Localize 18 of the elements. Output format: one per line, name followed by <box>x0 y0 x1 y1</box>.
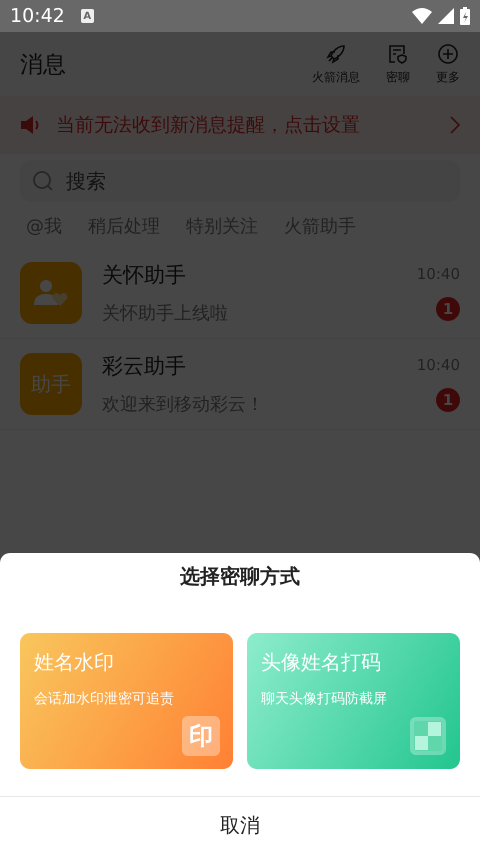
wifi-icon <box>412 8 432 24</box>
cancel-button[interactable]: 取消 <box>0 797 480 853</box>
stamp-icon: 印 <box>182 716 220 756</box>
conversation-name: 关怀助手 <box>102 262 187 289</box>
option-description: 会话加水印泄密可追责 <box>34 690 175 708</box>
conversation-name: 彩云助手 <box>102 353 187 380</box>
notification-icon: A <box>80 9 94 23</box>
option-title: 姓名水印 <box>34 649 115 676</box>
sheet-title: 选择密聊方式 <box>179 563 301 590</box>
option-description: 聊天头像打码防截屏 <box>261 690 388 708</box>
option-title: 头像姓名打码 <box>261 649 382 676</box>
battery-icon <box>460 7 470 25</box>
mosaic-icon <box>409 716 447 756</box>
signal-icon <box>438 8 454 24</box>
option-card[interactable]: 头像姓名打码 聊天头像打码防截屏 <box>247 633 460 769</box>
page-title: 消息 <box>20 50 66 80</box>
option-card[interactable]: 姓名水印 会话加水印泄密可追责 印 <box>20 633 233 769</box>
status-time: 10:42 <box>10 5 65 27</box>
